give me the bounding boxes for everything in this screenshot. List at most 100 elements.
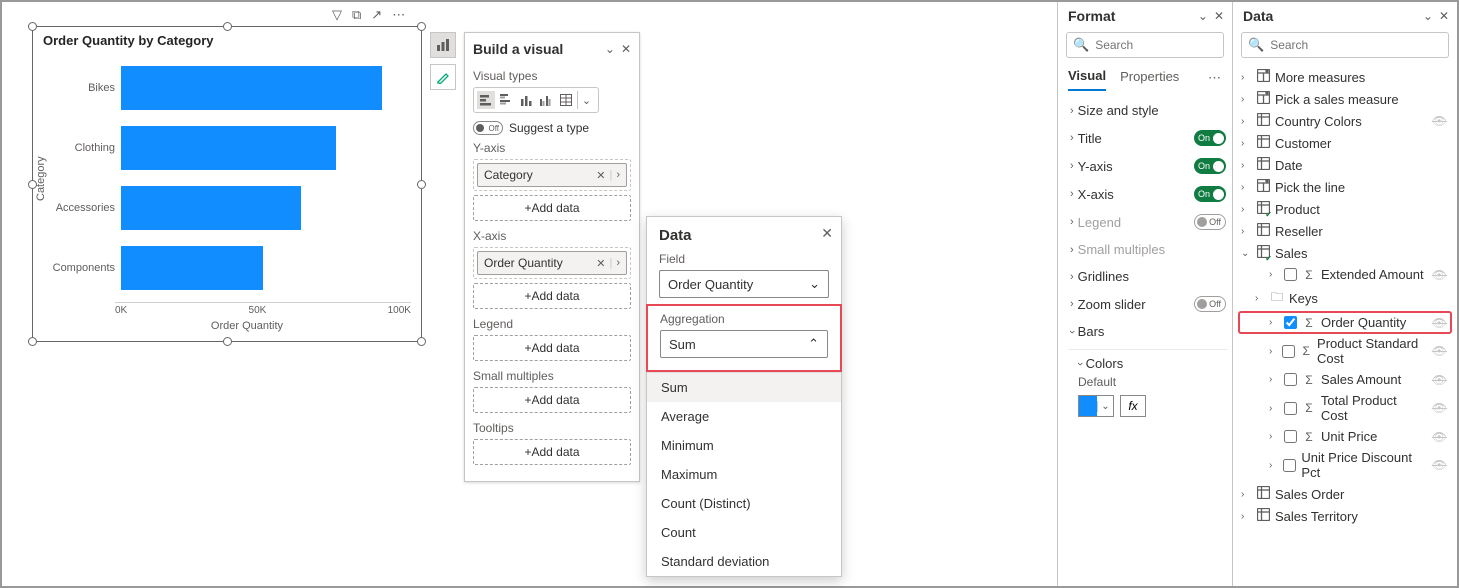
bar[interactable] xyxy=(121,246,263,290)
bar[interactable] xyxy=(121,66,382,110)
aggregation-select[interactable]: Sum ⌃ xyxy=(660,330,828,358)
close-icon[interactable]: ✕ xyxy=(621,42,631,56)
aggregation-option[interactable]: Standard deviation xyxy=(647,547,841,576)
field-row[interactable]: ›Unit Price Discount Pct👁 xyxy=(1239,447,1451,483)
xaxis-toggle[interactable]: On xyxy=(1194,186,1226,202)
format-xaxis[interactable]: ›X-axisOn xyxy=(1068,180,1228,208)
focus-icon[interactable]: ⧉ xyxy=(352,7,361,23)
format-search-input[interactable] xyxy=(1095,38,1250,52)
table-row[interactable]: ›Customer xyxy=(1239,132,1451,154)
zoom-toggle[interactable]: Off xyxy=(1194,296,1226,312)
table-row[interactable]: ›✔Product xyxy=(1239,198,1451,220)
chevron-down-icon[interactable]: ⌄ xyxy=(605,42,615,56)
field-row[interactable]: ›ΣOrder Quantity👁 xyxy=(1239,312,1451,333)
visual-type-column[interactable] xyxy=(517,91,535,109)
chevron-down-icon[interactable]: ⌄ xyxy=(1423,9,1433,23)
more-icon[interactable]: ⋯ xyxy=(392,7,405,23)
format-gridlines[interactable]: ›Gridlines xyxy=(1068,263,1228,290)
remove-field-icon[interactable]: ✕ xyxy=(596,169,605,182)
chevron-down-icon[interactable]: ⌄ xyxy=(1198,9,1208,23)
tab-properties[interactable]: Properties xyxy=(1120,65,1179,90)
tooltips-add-data[interactable]: +Add data xyxy=(473,439,631,465)
field-row[interactable]: ›ΣUnit Price👁 xyxy=(1239,426,1451,447)
popout-icon[interactable]: ↗ xyxy=(371,7,382,23)
visual-type-table[interactable] xyxy=(557,91,575,109)
fx-button[interactable]: fx xyxy=(1120,395,1146,417)
field-row[interactable]: ›ΣExtended Amount👁 xyxy=(1239,264,1451,285)
field-checkbox[interactable] xyxy=(1284,373,1297,386)
field-row[interactable]: ›ΣSales Amount👁 xyxy=(1239,369,1451,390)
close-icon[interactable]: ✕ xyxy=(1214,9,1224,23)
table-row[interactable]: ›Pick a sales measure xyxy=(1239,88,1451,110)
aggregation-option[interactable]: Minimum xyxy=(647,431,841,460)
table-row[interactable]: ›Pick the line xyxy=(1239,176,1451,198)
filter-icon[interactable]: ▽ xyxy=(332,7,342,23)
visual-type-clustered-bar[interactable] xyxy=(497,91,515,109)
visual-type-more[interactable]: ⌄ xyxy=(577,91,595,109)
field-checkbox[interactable] xyxy=(1284,402,1297,415)
bar[interactable] xyxy=(121,126,336,170)
hide-icon[interactable]: 👁 xyxy=(1432,316,1449,330)
field-row[interactable]: ›🗀Keys xyxy=(1239,285,1451,312)
yaxis-field-chip[interactable]: Category ✕|› xyxy=(477,163,627,187)
bar[interactable] xyxy=(121,186,301,230)
legend-add-data[interactable]: +Add data xyxy=(473,335,631,361)
aggregation-option[interactable]: Sum xyxy=(647,373,841,402)
aggregation-option[interactable]: Average xyxy=(647,402,841,431)
field-row[interactable]: ›ΣProduct Standard Cost👁 xyxy=(1239,333,1451,369)
format-bars[interactable]: ›Bars xyxy=(1068,318,1228,345)
chart-visual[interactable]: Order Quantity by Category Category Bike… xyxy=(32,26,422,342)
table-row[interactable]: ›Reseller xyxy=(1239,220,1451,242)
small-multiples-add-data[interactable]: +Add data xyxy=(473,387,631,413)
table-row[interactable]: ›Country Colors👁 xyxy=(1239,110,1451,132)
more-icon[interactable]: ⋯ xyxy=(1208,70,1222,86)
suggest-toggle[interactable]: Off xyxy=(473,121,503,135)
format-yaxis[interactable]: ›Y-axisOn xyxy=(1068,152,1228,180)
data-search-input[interactable] xyxy=(1270,38,1442,52)
field-checkbox[interactable] xyxy=(1284,430,1297,443)
format-search[interactable]: 🔍 xyxy=(1066,32,1224,58)
aggregation-option[interactable]: Maximum xyxy=(647,460,841,489)
field-row[interactable]: ›ΣTotal Product Cost👁 xyxy=(1239,390,1451,426)
yaxis-add-data[interactable]: +Add data xyxy=(473,195,631,221)
visual-type-stacked-bar[interactable] xyxy=(477,91,495,109)
bar-color-picker[interactable]: ⌄ xyxy=(1078,395,1114,417)
aggregation-option[interactable]: Count xyxy=(647,518,841,547)
yaxis-toggle[interactable]: On xyxy=(1194,158,1226,174)
field-menu-icon[interactable]: › xyxy=(616,257,620,270)
format-colors[interactable]: ›Colors xyxy=(1078,354,1228,373)
xaxis-add-data[interactable]: +Add data xyxy=(473,283,631,309)
xaxis-field-chip[interactable]: Order Quantity ✕|› xyxy=(477,251,627,275)
format-size-style[interactable]: ›Size and style xyxy=(1068,97,1228,124)
format-zoom-slider[interactable]: ›Zoom sliderOff xyxy=(1068,290,1228,318)
close-icon[interactable]: ✕ xyxy=(821,225,833,242)
title-toggle[interactable]: On xyxy=(1194,130,1226,146)
table-row[interactable]: ›More measures xyxy=(1239,66,1451,88)
table-row[interactable]: ›Date xyxy=(1239,154,1451,176)
hide-icon[interactable]: 👁 xyxy=(1432,373,1449,387)
field-checkbox[interactable] xyxy=(1284,316,1297,329)
table-row[interactable]: ›Sales Territory xyxy=(1239,505,1451,527)
aggregation-option[interactable]: Count (Distinct) xyxy=(647,489,841,518)
build-visual-tool[interactable] xyxy=(430,32,456,58)
hide-icon[interactable]: 👁 xyxy=(1432,401,1449,415)
format-title[interactable]: ›TitleOn xyxy=(1068,124,1228,152)
report-canvas[interactable]: ▽ ⧉ ↗ ⋯ Order Quantity by Category Categ… xyxy=(2,2,1057,586)
data-search[interactable]: 🔍 xyxy=(1241,32,1449,58)
close-icon[interactable]: ✕ xyxy=(1439,9,1449,23)
tab-visual[interactable]: Visual xyxy=(1068,64,1106,91)
hide-icon[interactable]: 👁 xyxy=(1432,430,1449,444)
field-checkbox[interactable] xyxy=(1283,459,1296,472)
field-checkbox[interactable] xyxy=(1282,345,1295,358)
hide-icon[interactable]: 👁 xyxy=(1432,114,1449,128)
table-row-sales[interactable]: ⌄✔Sales xyxy=(1239,242,1451,264)
hide-icon[interactable]: 👁 xyxy=(1432,344,1449,358)
table-row[interactable]: ›Sales Order xyxy=(1239,483,1451,505)
hide-icon[interactable]: 👁 xyxy=(1432,458,1449,472)
remove-field-icon[interactable]: ✕ xyxy=(596,257,605,270)
hide-icon[interactable]: 👁 xyxy=(1432,268,1449,282)
field-select[interactable]: Order Quantity ⌄ xyxy=(659,270,829,298)
field-checkbox[interactable] xyxy=(1284,268,1297,281)
paint-tool[interactable] xyxy=(430,64,456,90)
field-menu-icon[interactable]: › xyxy=(616,169,620,182)
